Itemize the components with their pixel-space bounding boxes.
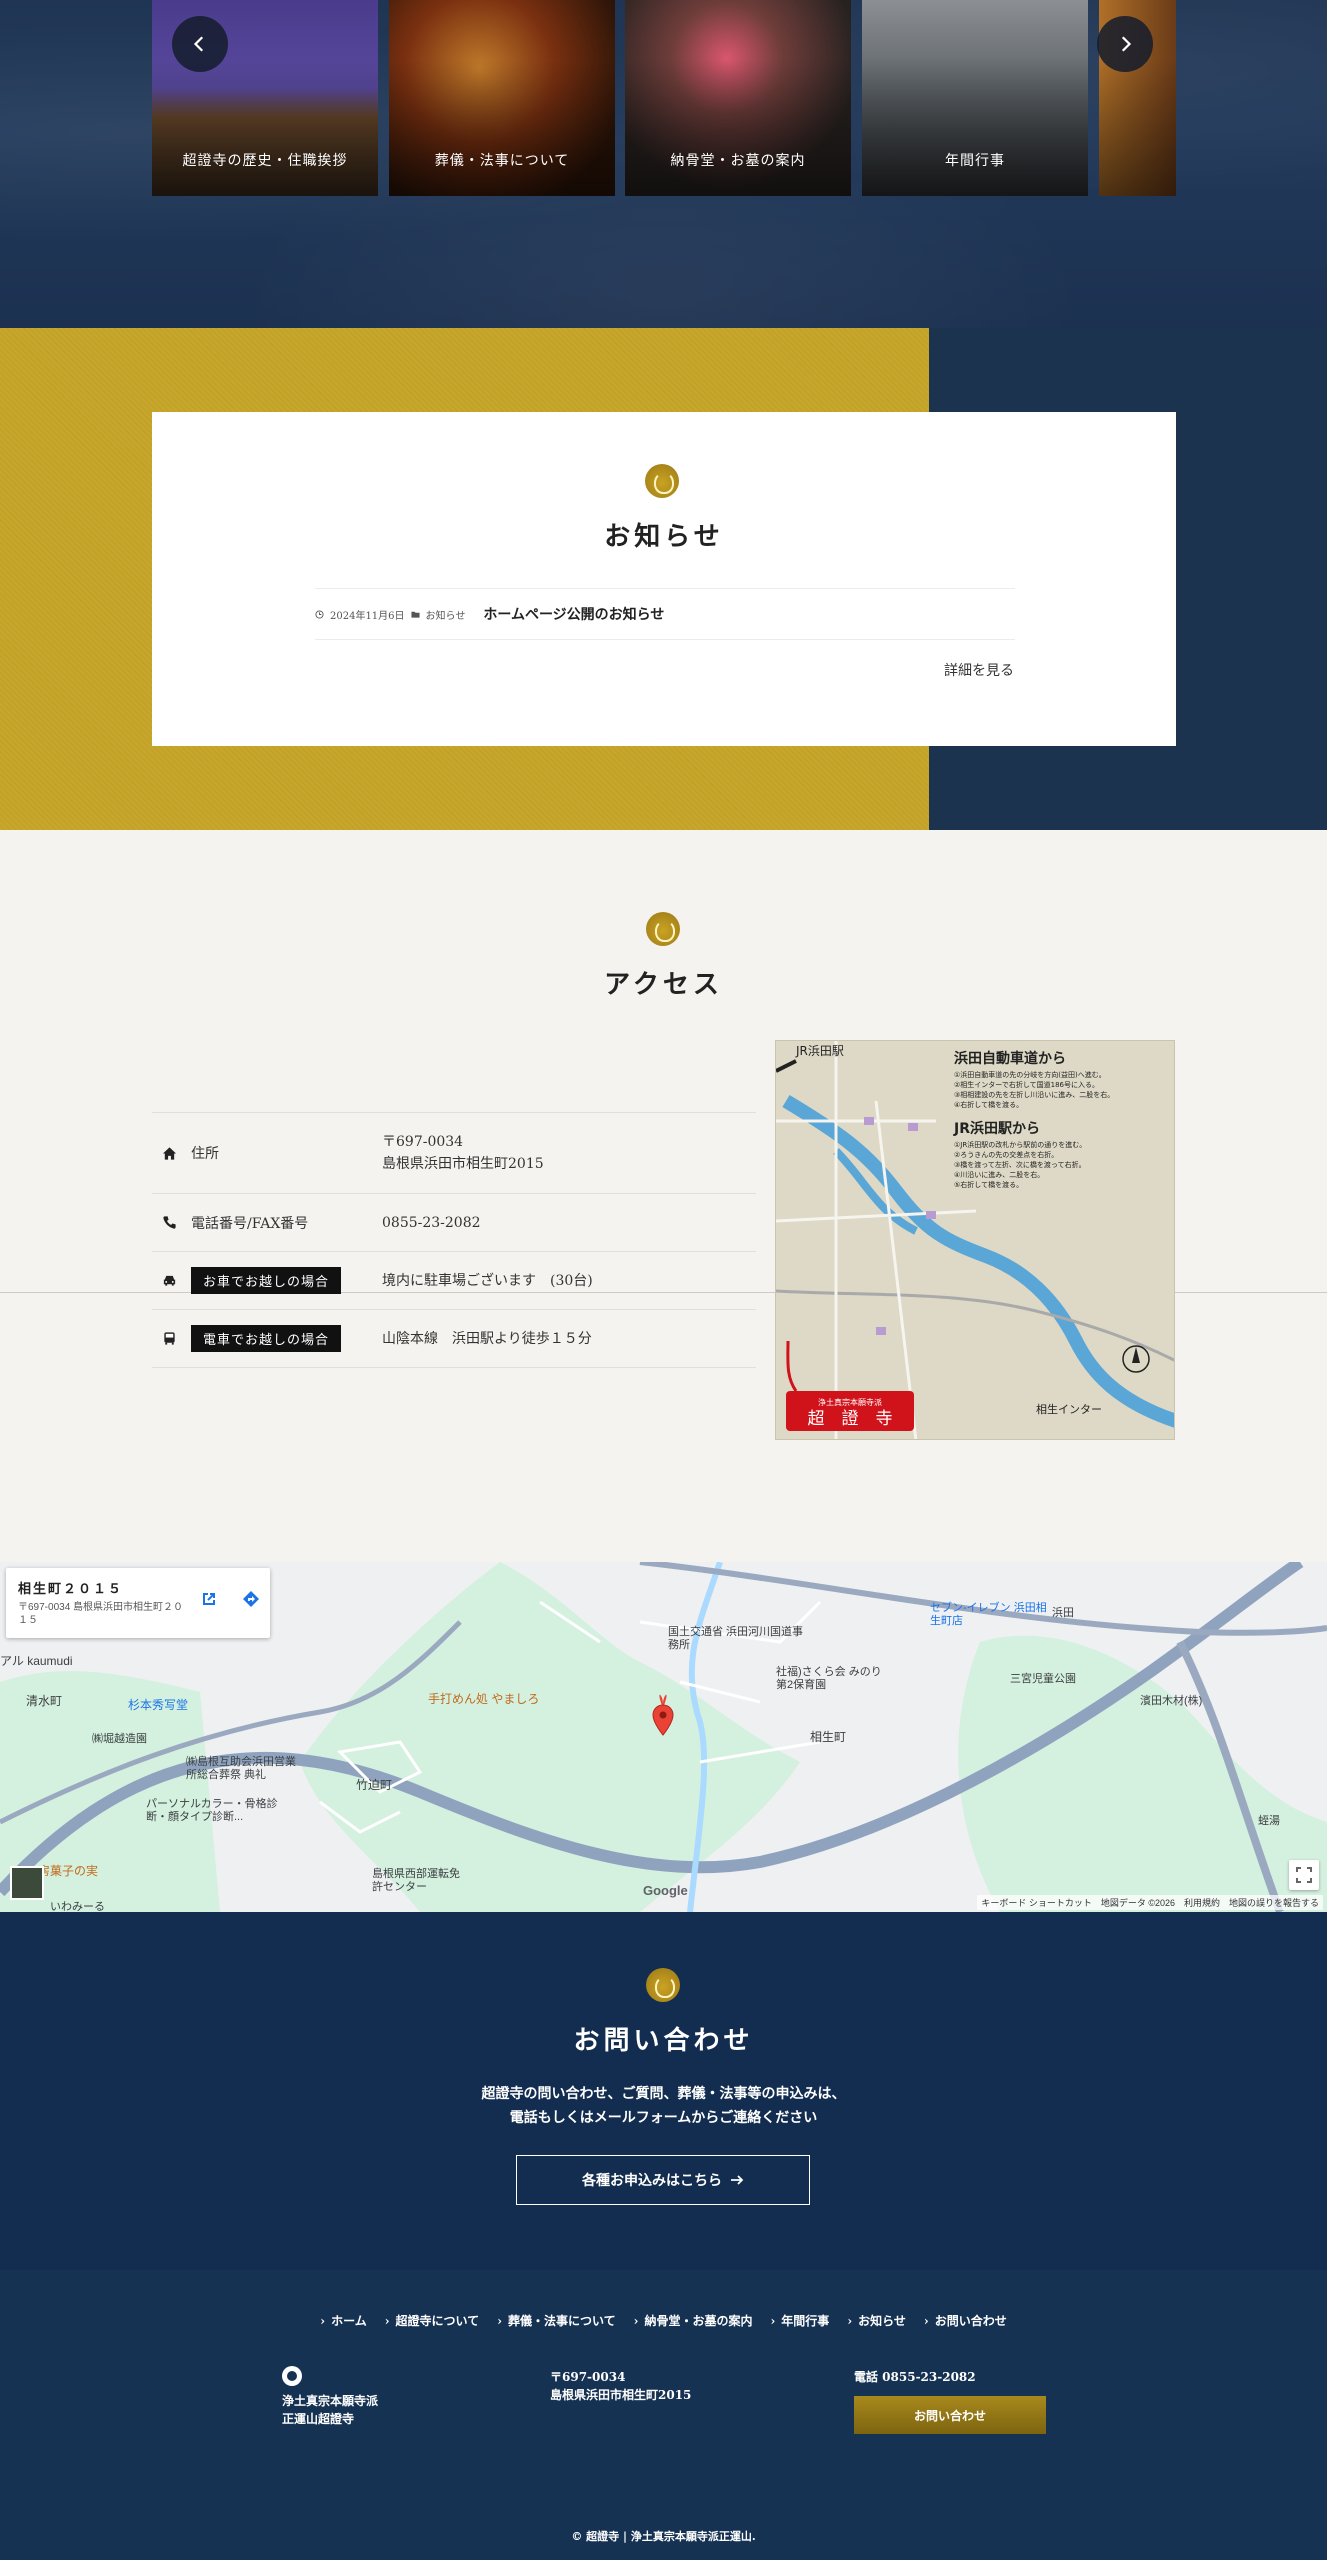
svg-text:超 證 寺: 超 證 寺 [808, 1409, 893, 1429]
contact-title: お問い合わせ [573, 2026, 754, 2056]
chevron-left-icon [193, 36, 204, 52]
svg-text:①浜田自動車道の先の分岐を方向(益田)へ進む。: ①浜田自動車道の先の分岐を方向(益田)へ進む。 [954, 1070, 1106, 1079]
footer-contact-button[interactable]: お問い合わせ [854, 2396, 1046, 2434]
map-place-card: 相生町２０１５ 〒697-0034 島根県浜田市相生町２０１５ [6, 1568, 270, 1638]
google-map[interactable]: 相生町２０１５ 〒697-0034 島根県浜田市相生町２０１５ アル kaumu… [0, 1562, 1327, 1912]
copyright: © 超證寺 | 浄土真宗本願寺派正運山. [571, 2530, 756, 2543]
train-value: 山陰本線 浜田駅より徒歩１５分 [382, 1330, 592, 1347]
footer-nav: ホーム 超證寺について 葬儀・法事について 納骨堂・お墓の案内 年間行事 お知ら… [0, 2312, 1327, 2329]
contact-section: お問い合わせ 超證寺の問い合わせ、ご質問、葬儀・法事等の申込みは、 電話もしくは… [0, 1912, 1327, 2270]
svg-text:②相生インターで右折して国道186号に入る。: ②相生インターで右折して国道186号に入る。 [954, 1080, 1099, 1089]
temple-crest-icon [282, 2366, 302, 2386]
google-logo: Google [643, 1883, 688, 1898]
train-row: 電車でお越しの場合 山陰本線 浜田駅より徒歩１５分 [152, 1310, 756, 1368]
directions-icon[interactable] [242, 1590, 260, 1608]
map-attribution[interactable]: キーボード ショートカット 地図データ ©2026 利用規約 地図の誤りを報告す… [977, 1895, 1323, 1910]
access-section: アクセス 住所 〒697-0034 島根県浜田市相生町2015 電話番号/FAX… [0, 830, 1327, 1562]
clock-icon [315, 609, 324, 619]
slider-next-button[interactable] [1097, 16, 1153, 72]
footer-org: 浄土真宗本願寺派 正運山超證寺 [282, 2366, 378, 2428]
svg-text:相生インター: 相生インター [1036, 1402, 1102, 1416]
open-in-maps-icon[interactable] [200, 1590, 218, 1608]
phone-label: 電話番号/FAX番号 [152, 1213, 382, 1233]
folder-icon [410, 611, 420, 618]
home-icon [162, 1146, 177, 1160]
address-value: 〒697-0034 島根県浜田市相生町2015 [382, 1134, 544, 1172]
footer-tel: 電話 0855-23-2082 [854, 2370, 976, 2384]
car-label: お車でお越しの場合 [152, 1267, 382, 1294]
news-category[interactable]: お知らせ [426, 607, 466, 622]
illustrated-map: JR浜田駅 浜田自動車道から ①浜田自動車道の先の分岐を方向(益田)へ進む。 ②… [776, 1041, 1174, 1439]
footer-address: 〒697-0034 島根県浜田市相生町2015 [550, 2370, 692, 2402]
place-title: 相生町２０１５ [18, 1581, 124, 1596]
fullscreen-button[interactable] [1289, 1860, 1319, 1890]
site-footer: ホーム 超證寺について 葬儀・法事について 納骨堂・お墓の案内 年間行事 お知ら… [0, 2270, 1327, 2560]
svg-text:JR浜田駅: JR浜田駅 [795, 1044, 844, 1058]
slide-caption: 葬儀・法事について [434, 153, 570, 169]
svg-text:浜田自動車道から: 浜田自動車道から [954, 1050, 1066, 1067]
phone-icon [163, 1216, 176, 1229]
contact-apply-button[interactable]: 各種お申込みはこちら [516, 2155, 810, 2205]
hero-slider: 超證寺の歴史・住職挨拶 葬儀・法事について 納骨堂・お墓の案内 年間行事 [0, 0, 1327, 328]
access-map-image: JR浜田駅 浜田自動車道から ①浜田自動車道の先の分岐を方向(益田)へ進む。 ②… [775, 1040, 1175, 1440]
temple-crest-icon [646, 1968, 680, 2002]
temple-crest-icon [645, 464, 679, 498]
svg-text:①JR浜田駅の改札から駅前の通りを進む。: ①JR浜田駅の改札から駅前の通りを進む。 [954, 1140, 1086, 1149]
footer-nav-funeral[interactable]: 葬儀・法事について [497, 2312, 616, 2329]
location-pin-icon[interactable] [652, 1704, 674, 1736]
slide-caption: 納骨堂・お墓の案内 [670, 153, 806, 169]
news-title: お知らせ [604, 522, 724, 552]
chevron-right-icon [1121, 36, 1132, 52]
svg-text:③橋を渡って左折、次に橋を渡って右折。: ③橋を渡って左折、次に橋を渡って右折。 [954, 1160, 1086, 1169]
news-card: お知らせ 2024年11月6日 お知らせ ホームページ公開のお知らせ 詳細を見る [152, 412, 1176, 746]
news-date: 2024年11月6日 [330, 610, 405, 622]
address-label: 住所 [152, 1143, 382, 1163]
slide-funeral[interactable]: 葬儀・法事について [389, 0, 615, 196]
news-item[interactable]: 2024年11月6日 お知らせ ホームページ公開のお知らせ [315, 588, 1015, 640]
bus-icon [164, 1332, 175, 1345]
car-badge: お車でお越しの場合 [191, 1267, 342, 1294]
car-icon [163, 1275, 176, 1286]
car-value: 境内に駐車場ございます (30台) [382, 1272, 593, 1289]
access-info-table: 住所 〒697-0034 島根県浜田市相生町2015 電話番号/FAX番号 08… [152, 1112, 756, 1368]
footer-nav-home[interactable]: ホーム [320, 2312, 367, 2329]
satellite-toggle[interactable] [10, 1866, 44, 1900]
phone-value: 0855-23-2082 [382, 1214, 481, 1231]
train-badge: 電車でお越しの場合 [191, 1325, 342, 1352]
svg-text:③相相建設の先を左折し川沿いに進み、二股を右。: ③相相建設の先を左折し川沿いに進み、二股を右。 [954, 1090, 1114, 1099]
svg-text:②ろうきんの先の交差点を右折。: ②ろうきんの先の交差点を右折。 [954, 1150, 1058, 1159]
arrow-right-icon [731, 2175, 744, 2185]
access-title: アクセス [604, 970, 723, 1000]
news-item-title[interactable]: ホームページ公開のお知らせ [483, 604, 664, 624]
svg-text:⑤右折して橋を渡る。: ⑤右折して橋を渡る。 [954, 1180, 1023, 1189]
svg-text:④右折して橋を渡る。: ④右折して橋を渡る。 [954, 1100, 1023, 1109]
slide-caption: 超證寺の歴史・住職挨拶 [182, 153, 348, 169]
footer-nav-contact[interactable]: お問い合わせ [924, 2312, 1007, 2329]
footer-nav-ossuary[interactable]: 納骨堂・お墓の案内 [634, 2312, 752, 2329]
car-row: お車でお越しの場合 境内に駐車場ございます (30台) [152, 1252, 756, 1310]
footer-nav-news[interactable]: お知らせ [847, 2312, 906, 2329]
contact-description: 超證寺の問い合わせ、ご質問、葬儀・法事等の申込みは、 電話もしくはメールフォーム… [481, 2086, 846, 2126]
news-section: お知らせ 2024年11月6日 お知らせ ホームページ公開のお知らせ 詳細を見る [0, 328, 1327, 830]
news-meta: 2024年11月6日 お知らせ [315, 607, 465, 622]
slide-ossuary[interactable]: 納骨堂・お墓の案内 [625, 0, 851, 196]
footer-nav-about[interactable]: 超證寺について [385, 2312, 480, 2329]
svg-text:JR浜田駅から: JR浜田駅から [953, 1120, 1040, 1137]
footer-nav-events[interactable]: 年間行事 [770, 2312, 829, 2329]
address-row: 住所 〒697-0034 島根県浜田市相生町2015 [152, 1112, 756, 1194]
slide-events[interactable]: 年間行事 [862, 0, 1088, 196]
svg-text:④川沿いに進み、二股を右。: ④川沿いに進み、二股を右。 [954, 1170, 1044, 1179]
temple-crest-icon [646, 912, 680, 946]
slider-prev-button[interactable] [172, 16, 228, 72]
train-label: 電車でお越しの場合 [152, 1325, 382, 1352]
fullscreen-icon [1296, 1867, 1312, 1883]
phone-row: 電話番号/FAX番号 0855-23-2082 [152, 1194, 756, 1252]
news-more-link[interactable]: 詳細を見る [944, 660, 1014, 680]
place-address: 〒697-0034 島根県浜田市相生町２０１５ [18, 1602, 184, 1626]
svg-text:浄土真宗本願寺派: 浄土真宗本願寺派 [818, 1397, 882, 1407]
slide-caption: 年間行事 [945, 153, 1005, 169]
